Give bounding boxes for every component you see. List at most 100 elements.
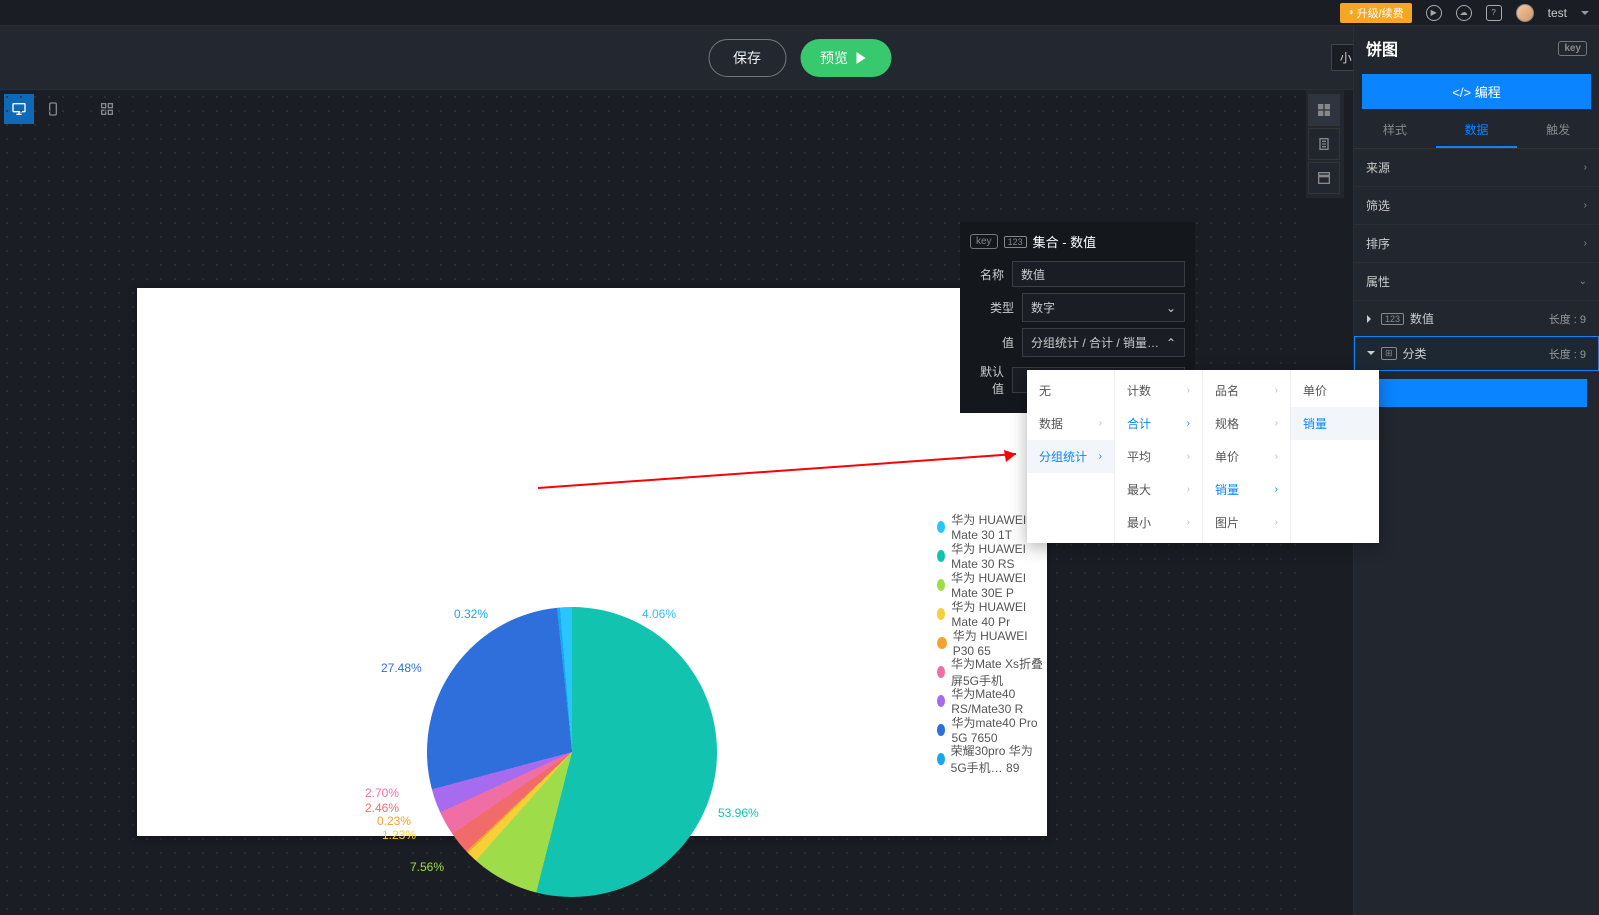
legend-label: 华为 HUAWEI Mate 30 RS <box>951 540 1047 571</box>
legend-dot-icon <box>937 521 945 533</box>
legend-item[interactable]: 华为Mate40 RS/Mate30 R <box>937 686 1047 715</box>
cascade-item[interactable]: 合计› <box>1115 407 1202 440</box>
cascade-item-label: 销量 <box>1303 415 1327 432</box>
chevron-right-icon: › <box>1275 418 1278 429</box>
cascade-item[interactable]: 销量 <box>1291 407 1379 440</box>
play-circle-icon[interactable]: ▶ <box>1426 5 1442 21</box>
type-value: 数字 <box>1031 299 1055 316</box>
cascade-item-label: 销量 <box>1215 481 1239 498</box>
legend-label: 华为Mate40 RS/Mate30 R <box>951 685 1047 716</box>
cascade-item[interactable]: 最大 › <box>1115 473 1202 506</box>
cascade-item[interactable]: 计数› <box>1115 374 1202 407</box>
cascade-item[interactable]: 规格› <box>1203 407 1290 440</box>
chevron-right-icon: › <box>1275 517 1278 528</box>
user-menu-caret-icon[interactable] <box>1581 11 1589 19</box>
pie-label: 0.23% <box>377 814 411 828</box>
chevron-right-icon: › <box>1187 451 1190 462</box>
prop-value-label: 数值 <box>1410 310 1434 327</box>
legend-item[interactable]: 华为 HUAWEI Mate 30 RS <box>937 541 1047 570</box>
legend-dot-icon <box>937 579 945 591</box>
expand-icon <box>1367 351 1375 359</box>
help-icon[interactable]: ? <box>1486 5 1502 21</box>
type-select[interactable]: 数字 ⌄ <box>1022 293 1185 322</box>
prop-value-length: 长度 : 9 <box>1549 311 1586 327</box>
cloud-icon[interactable]: ☁ <box>1456 5 1472 21</box>
legend-dot-icon <box>937 695 945 707</box>
cascade-menu: 无数据›分组统计›计数›合计›平均›最大›最小›品名›规格›单价›销量›图片›单… <box>1027 370 1379 543</box>
cascade-item[interactable]: 品名› <box>1203 374 1290 407</box>
widgets-icon[interactable] <box>1308 94 1340 126</box>
cascade-item[interactable]: 单价 › <box>1203 440 1290 473</box>
number-tag-icon: 123 <box>1381 313 1404 325</box>
section-filter[interactable]: 筛选› <box>1354 187 1599 225</box>
name-label: 名称 <box>970 266 1004 283</box>
section-source[interactable]: 来源› <box>1354 149 1599 187</box>
layout-icon[interactable] <box>1308 162 1340 194</box>
section-sort[interactable]: 排序› <box>1354 225 1599 263</box>
chevron-right-icon: › <box>1275 451 1278 462</box>
cascade-item-label: 最小 <box>1127 514 1151 531</box>
pie-label: 2.46% <box>365 801 399 815</box>
chevron-up-icon: ⌃ <box>1166 336 1176 350</box>
chevron-right-icon: › <box>1187 484 1190 495</box>
pie-label: 2.70% <box>365 786 399 800</box>
chart-card[interactable]: 53.96% 7.56% 1.23% 0.23% 2.46% 2.70% 27.… <box>137 288 1047 836</box>
legend: 华为 HUAWEI Mate 30 1T华为 HUAWEI Mate 30 RS… <box>937 512 1047 773</box>
cascade-item-label: 最大 <box>1127 481 1151 498</box>
legend-item[interactable]: 华为Mate Xs折叠屏5G手机 <box>937 657 1047 686</box>
default-label: 默认值 <box>970 363 1004 397</box>
cascade-item-label: 品名 <box>1215 382 1239 399</box>
chevron-right-icon: › <box>1187 418 1190 429</box>
prop-category[interactable]: ⊞ 分类 长度 : 9 <box>1354 336 1599 371</box>
key-badge[interactable]: key <box>1558 41 1587 56</box>
name-input[interactable] <box>1012 261 1185 287</box>
cascade-item[interactable]: 平均 › <box>1115 440 1202 473</box>
primary-action-button[interactable] <box>1366 379 1587 407</box>
category-tag-icon: ⊞ <box>1381 347 1397 360</box>
tab-style[interactable]: 样式 <box>1354 113 1436 148</box>
prop-value[interactable]: 123 数值 长度 : 9 <box>1354 301 1599 336</box>
cascade-item-label: 单价 <box>1303 382 1327 399</box>
legend-label: 华为Mate Xs折叠屏5G手机 <box>951 655 1047 689</box>
legend-item[interactable]: 华为 HUAWEI Mate 40 Pr <box>937 599 1047 628</box>
expand-icon <box>1367 315 1375 323</box>
pie-label: 7.56% <box>410 860 444 874</box>
cascade-item[interactable]: 销量› <box>1203 473 1290 506</box>
clipboard-icon[interactable] <box>1308 128 1340 160</box>
pie-label: 0.32% <box>454 607 488 621</box>
properties-panel: 饼图 key </> 编程 样式 数据 触发 来源› 筛选› 排序› 属性⌄ 1… <box>1353 26 1599 915</box>
legend-item[interactable]: 华为 HUAWEI P30 65 <box>937 628 1047 657</box>
cascade-item[interactable]: 单价 <box>1291 374 1379 407</box>
pie-label: 53.96% <box>718 806 759 820</box>
cascade-item[interactable]: 最小› <box>1115 506 1202 539</box>
pie-label: 27.48% <box>381 661 422 675</box>
panel-tabs: 样式 数据 触发 <box>1354 113 1599 149</box>
tab-trigger[interactable]: 触发 <box>1517 113 1599 148</box>
cascade-item[interactable]: 无 <box>1027 374 1114 407</box>
avatar[interactable] <box>1516 4 1534 22</box>
topbar: ◑升级/续费 ▶ ☁ ? test <box>0 0 1599 26</box>
cascade-item[interactable]: 分组统计› <box>1027 440 1114 473</box>
code-button[interactable]: </> 编程 <box>1362 74 1591 109</box>
section-attr[interactable]: 属性⌄ <box>1354 263 1599 301</box>
component-toolstrip <box>1306 90 1344 198</box>
number-tag-icon: 123 <box>1004 236 1027 248</box>
key-badge: key <box>970 234 998 249</box>
legend-item[interactable]: 华为 HUAWEI Mate 30E P <box>937 570 1047 599</box>
cascade-item-label: 单价 <box>1215 448 1239 465</box>
value-select[interactable]: 分组统计 / 合计 / 销量 / 销量 ⌃ <box>1022 328 1185 357</box>
legend-item[interactable]: 华为mate40 Pro 5G 7650 <box>937 715 1047 744</box>
cascade-item[interactable]: 图片› <box>1203 506 1290 539</box>
upgrade-button[interactable]: ◑升级/续费 <box>1340 3 1412 23</box>
cascade-item-label: 平均 <box>1127 448 1151 465</box>
save-button[interactable]: 保存 <box>708 39 786 77</box>
cascade-item[interactable]: 数据› <box>1027 407 1114 440</box>
pie-chart <box>427 607 717 897</box>
legend-label: 华为 HUAWEI P30 65 <box>953 627 1047 658</box>
tab-data[interactable]: 数据 <box>1436 113 1518 148</box>
user-name[interactable]: test <box>1548 6 1567 20</box>
cascade-item-label: 分组统计 <box>1039 448 1087 465</box>
legend-dot-icon <box>937 608 945 620</box>
legend-item[interactable]: 荣耀30pro 华为5G手机… 89 <box>937 744 1047 773</box>
preview-button[interactable]: 预览 <box>800 39 891 77</box>
